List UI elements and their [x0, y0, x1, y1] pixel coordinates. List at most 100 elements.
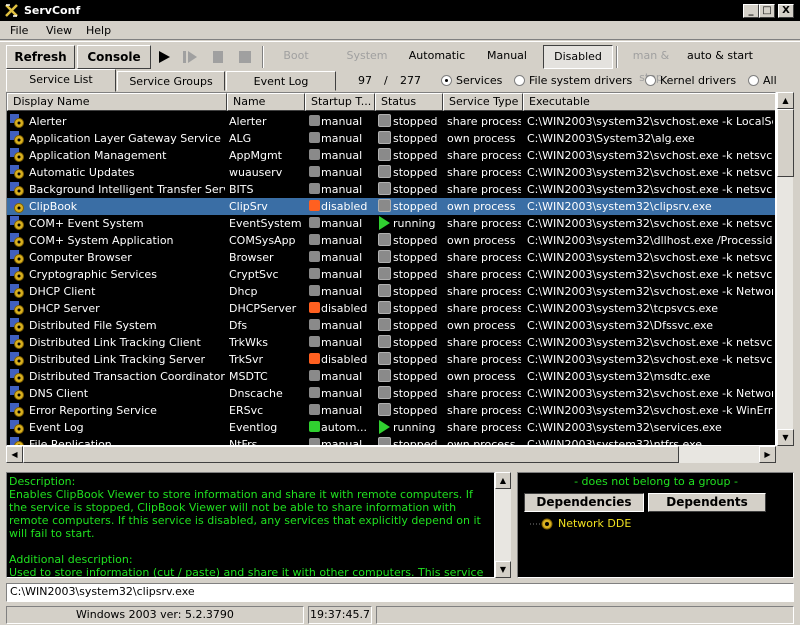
maximize-button[interactable]: □ — [759, 4, 775, 18]
tab-service-groups[interactable]: Service Groups — [117, 71, 225, 91]
title-bar[interactable]: ServConf _ □ X — [0, 0, 800, 21]
arrow-up-icon: ▲ — [782, 96, 789, 105]
table-row[interactable]: Computer Browser Browser manual stopped shar… — [7, 249, 775, 266]
status-cell: stopped — [393, 183, 438, 196]
dependents-button[interactable]: Dependents — [648, 493, 766, 512]
column-header-startup-type[interactable]: Startup T... — [305, 93, 375, 111]
refresh-button[interactable]: Refresh — [6, 45, 75, 69]
service-name-cell: Dhcp — [229, 285, 258, 298]
table-row[interactable]: Application Layer Gateway Service ALG manu… — [7, 130, 775, 147]
display-name-cell: Application Management — [29, 149, 167, 162]
startup-automatic-button[interactable]: Automatic — [404, 45, 470, 69]
startup-indicator-icon — [309, 234, 320, 245]
scroll-left-button[interactable]: ◀ — [6, 446, 23, 463]
list-vertical-scrollbar[interactable]: ▲ ▼ — [776, 92, 794, 446]
group-title: - does not belong to a group - — [574, 475, 738, 488]
table-row[interactable]: Automatic Updates wuauserv manual stopped sh… — [7, 164, 775, 181]
status-cell: stopped — [393, 285, 438, 298]
status-cell: stopped — [393, 336, 438, 349]
table-row[interactable]: Distributed File System Dfs manual stopped o… — [7, 317, 775, 334]
filter-fs-drivers-radio[interactable]: File system drivers — [514, 74, 632, 87]
startup-type-cell: manual — [321, 149, 363, 162]
scroll-up-button[interactable]: ▲ — [495, 472, 511, 489]
arrow-left-icon: ◀ — [11, 450, 18, 459]
table-row[interactable]: COM+ Event System EventSystem manual runnin… — [7, 215, 775, 232]
auto-start-button[interactable]: auto & start — [686, 45, 754, 69]
table-row[interactable]: DNS Client Dnscache manual stopped share pro… — [7, 385, 775, 402]
os-version: Windows 2003 ver: 5.2.3790 — [6, 606, 304, 624]
scroll-up-button[interactable]: ▲ — [777, 92, 794, 109]
filter-kernel-drivers-radio[interactable]: Kernel drivers — [645, 74, 736, 87]
table-row[interactable]: Error Reporting Service ERSvc manual stoppe… — [7, 402, 775, 419]
service-type-cell: own process — [447, 438, 516, 446]
pause-service-button[interactable] — [207, 45, 229, 69]
running-icon — [379, 420, 390, 434]
table-row[interactable]: Distributed Link Tracking Client TrkWks ma… — [7, 334, 775, 351]
startup-indicator-icon — [309, 115, 320, 126]
stop-service-button[interactable] — [234, 45, 256, 69]
scroll-thumb[interactable] — [777, 109, 794, 177]
table-row[interactable]: DHCP Server DHCPServer disabled stopped shar… — [7, 300, 775, 317]
service-gear-icon — [10, 318, 24, 332]
status-cell: stopped — [393, 251, 438, 264]
executable-cell: C:\WIN2003\system32\svchost.exe -k Local… — [527, 115, 773, 128]
menu-view[interactable]: View — [46, 24, 72, 37]
service-name-cell: TrkSvr — [229, 353, 264, 366]
service-list[interactable]: Display Name Name Startup T... Status Se… — [6, 92, 776, 446]
status-cell: stopped — [393, 268, 438, 281]
executable-cell: C:\WIN2003\system32\msdtc.exe — [527, 370, 711, 383]
minimize-button[interactable]: _ — [743, 4, 759, 18]
startup-type-cell: manual — [321, 115, 363, 128]
stopped-icon — [378, 301, 391, 314]
close-button[interactable]: X — [778, 4, 794, 18]
hscroll-thumb[interactable] — [23, 446, 679, 463]
console-button[interactable]: Console — [77, 45, 151, 69]
startup-indicator-icon — [309, 132, 320, 143]
column-header-status[interactable]: Status — [375, 93, 443, 111]
startup-disabled-button[interactable]: Disabled — [543, 45, 613, 69]
table-row[interactable]: ClipBook ClipSrv disabled stopped own proces… — [7, 198, 775, 215]
table-row[interactable]: Distributed Link Tracking Server TrkSvr di… — [7, 351, 775, 368]
startup-type-cell: manual — [321, 438, 363, 446]
description-scrollbar[interactable]: ▲ ▼ — [495, 472, 511, 578]
dependencies-button[interactable]: Dependencies — [524, 493, 644, 512]
menu-help[interactable]: Help — [86, 24, 111, 37]
display-name-cell: COM+ Event System — [29, 217, 144, 230]
display-name-cell: Event Log — [29, 421, 84, 434]
column-header-service-type[interactable]: Service Type — [443, 93, 523, 111]
column-header-executable[interactable]: Executable — [523, 93, 775, 111]
table-row[interactable]: Cryptographic Services CryptSvc manual stop… — [7, 266, 775, 283]
column-header-display-name[interactable]: Display Name — [7, 93, 227, 111]
executable-path-field[interactable]: C:\WIN2003\system32\clipsrv.exe — [6, 583, 794, 602]
table-row[interactable]: Distributed Transaction Coordinator MSDTC… — [7, 368, 775, 385]
tab-event-log[interactable]: Event Log — [226, 71, 336, 91]
table-row[interactable]: Background Intelligent Transfer Service B… — [7, 181, 775, 198]
filter-all-radio[interactable]: All — [748, 74, 777, 87]
service-type-cell: share process — [447, 183, 521, 196]
table-row[interactable]: DHCP Client Dhcp manual stopped share proces… — [7, 283, 775, 300]
toolbar-separator — [616, 46, 618, 68]
scroll-down-button[interactable]: ▼ — [495, 561, 511, 578]
list-horizontal-scrollbar[interactable]: ◀ ▶ — [6, 446, 776, 463]
dependency-item[interactable]: Network DDE — [558, 517, 631, 530]
start-service-button[interactable] — [153, 45, 175, 69]
table-row[interactable]: COM+ System Application COMSysApp manual st… — [7, 232, 775, 249]
menu-file[interactable]: File — [10, 24, 28, 37]
table-row[interactable]: Event Log Eventlog autom... running share pr… — [7, 419, 775, 436]
column-header-name[interactable]: Name — [227, 93, 305, 111]
service-name-cell: ERSvc — [229, 404, 264, 417]
executable-cell: C:\WIN2003\system32\svchost.exe -k netsv… — [527, 268, 773, 281]
tab-service-list[interactable]: Service List — [6, 69, 116, 92]
startup-manual-button[interactable]: Manual — [476, 45, 538, 69]
startup-system-button[interactable]: System — [336, 45, 398, 69]
table-row[interactable]: File Replication NtFrs manual stopped own pr… — [7, 436, 775, 446]
status-cell: stopped — [393, 387, 438, 400]
table-row[interactable]: Application Management AppMgmt manual stopp… — [7, 147, 775, 164]
scroll-right-button[interactable]: ▶ — [759, 446, 776, 463]
resume-service-button[interactable] — [179, 45, 201, 69]
scroll-down-button[interactable]: ▼ — [777, 429, 794, 446]
table-row[interactable]: Alerter Alerter manual stopped share process… — [7, 113, 775, 130]
startup-boot-button[interactable]: Boot — [268, 45, 324, 69]
manual-stop-button[interactable]: man & stop — [620, 45, 682, 84]
filter-services-radio[interactable]: Services — [441, 74, 502, 87]
